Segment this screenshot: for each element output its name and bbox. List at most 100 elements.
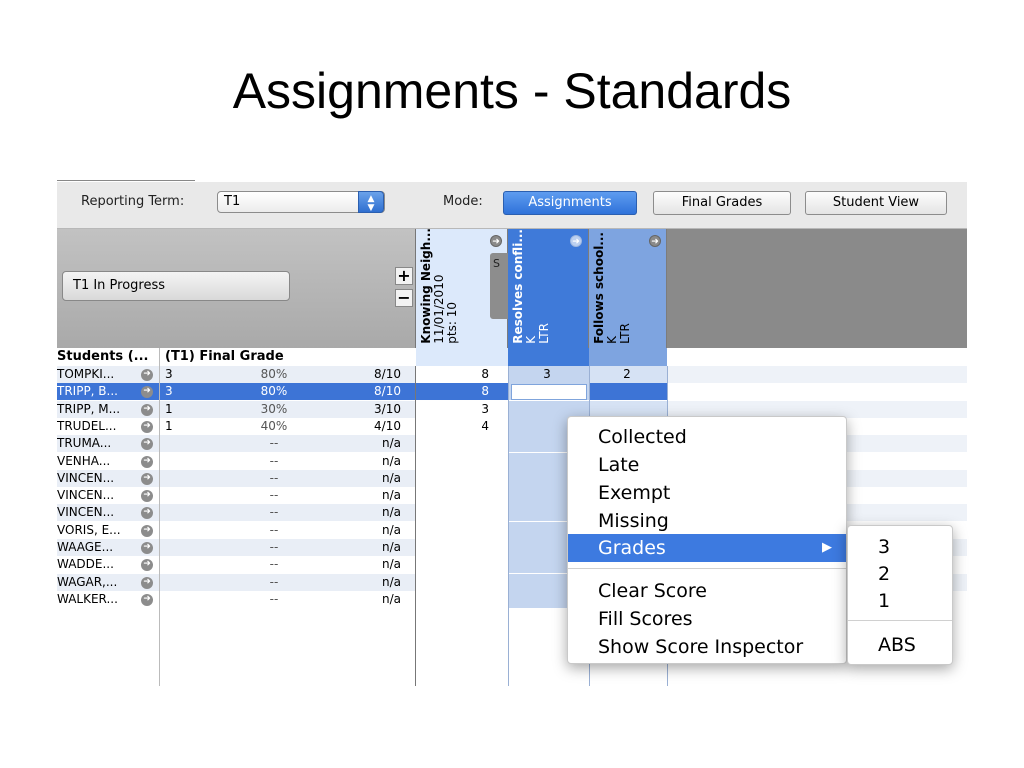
circle-arrow-icon[interactable]: ➜ — [141, 593, 153, 606]
table-row[interactable]: TRIPP, B... 3 80% 8/10 8 ➜ — [57, 383, 967, 401]
up-down-arrows-icon: ▲ ▼ — [358, 191, 384, 213]
collapse-button[interactable]: − — [395, 289, 413, 307]
final-grade-points: n/a — [381, 522, 401, 537]
circle-arrow-icon[interactable]: ➜ — [649, 235, 661, 247]
mode-label: Mode: — [443, 194, 483, 209]
circle-arrow-icon[interactable]: ➜ — [141, 403, 153, 416]
standard-score[interactable] — [415, 435, 489, 452]
final-grade-points: 8/10 — [374, 367, 401, 381]
expand-button[interactable]: + — [395, 267, 413, 285]
final-grade-percent: -- — [269, 522, 279, 537]
row-background — [667, 383, 967, 401]
reporting-term-label: Reporting Term: — [81, 194, 185, 209]
circle-arrow-icon[interactable]: ➜ — [141, 472, 153, 485]
standard-column-header[interactable]: Follows school... K LTR ➜ — [589, 229, 667, 348]
final-grade-value: 3 — [165, 367, 173, 381]
circle-arrow-icon[interactable]: ➜ — [141, 369, 153, 381]
left-header-panel: T1 In Progress + − — [57, 229, 416, 348]
final-grade-points: n/a — [381, 540, 401, 554]
standard-column-header[interactable]: Knowing Neigh... 11/01/2010 pts: 10 ➜ S — [416, 228, 510, 348]
menu-item-grades[interactable]: Grades ▶ — [568, 534, 846, 562]
submenu-separator — [848, 620, 952, 621]
final-grade-percent: -- — [269, 574, 279, 589]
standard-3-header-cell — [589, 348, 667, 366]
final-grade-percent: 80% — [260, 384, 288, 399]
term-progress-button[interactable]: T1 In Progress — [62, 271, 290, 301]
grade-option-3[interactable]: 3 — [848, 534, 952, 561]
standard-detail-tab: S — [490, 253, 510, 319]
final-grade-value — [165, 435, 225, 452]
final-grade-points: 4/10 — [374, 418, 401, 433]
column-divider — [159, 366, 160, 686]
final-grade-points: n/a — [381, 436, 401, 451]
final-grade-points: n/a — [381, 453, 401, 468]
standard-header-text: Knowing Neigh... 11/01/2010 pts: 10 — [419, 228, 459, 344]
standard-score[interactable] — [415, 539, 489, 556]
final-grade-value — [165, 539, 225, 556]
menu-item-exempt[interactable]: Exempt — [568, 479, 846, 507]
slide-title: Assignments - Standards — [232, 63, 792, 119]
reporting-term-select[interactable]: T1 ▲ ▼ — [217, 191, 385, 213]
final-grade-value — [165, 591, 225, 608]
mode-final-grades-button[interactable]: Final Grades — [653, 191, 791, 215]
standard-score[interactable] — [415, 591, 489, 608]
final-grade-percent: -- — [269, 557, 279, 572]
menu-item-fill-scores[interactable]: Fill Scores — [568, 605, 846, 633]
standard-score[interactable] — [415, 556, 489, 573]
standard-score[interactable] — [415, 522, 489, 539]
submenu-arrow-icon: ▶ — [822, 540, 832, 555]
standard-score[interactable] — [415, 453, 489, 470]
menu-separator — [568, 568, 846, 569]
standard-score[interactable] — [415, 487, 489, 504]
standard-score[interactable]: 8 — [415, 366, 489, 383]
final-grade-column-header[interactable]: (T1) Final Grade — [160, 348, 421, 366]
standard-score[interactable] — [415, 574, 489, 591]
mode-assignments-button[interactable]: Assignments — [503, 191, 637, 215]
standard-score[interactable]: 4 — [415, 418, 489, 435]
standard-score[interactable] — [415, 470, 489, 487]
standard-column-header[interactable]: Resolves confli... K LTR ➜ — [508, 229, 589, 348]
menu-item-collected[interactable]: Collected — [568, 423, 846, 451]
circle-arrow-icon[interactable]: ➜ — [141, 524, 153, 537]
menu-item-late[interactable]: Late — [568, 451, 846, 479]
final-grade-percent: 30% — [260, 401, 288, 416]
column-divider — [508, 366, 509, 686]
standard-score[interactable]: 2 — [589, 366, 665, 383]
standard-score[interactable]: 3 — [415, 401, 489, 418]
circle-arrow-icon[interactable]: ➜ — [490, 235, 502, 247]
standard-score[interactable]: 3 — [509, 366, 585, 383]
circle-arrow-icon[interactable]: ➜ — [141, 490, 153, 503]
final-grade-points: n/a — [381, 488, 401, 503]
row-background — [667, 366, 967, 383]
final-grade-value — [165, 453, 225, 470]
menu-item-clear-score[interactable]: Clear Score — [568, 577, 846, 605]
circle-arrow-icon[interactable]: ➜ — [141, 420, 153, 433]
score-edit-field[interactable] — [511, 384, 587, 401]
mode-student-view-button[interactable]: Student View — [805, 191, 947, 215]
standard-score[interactable] — [589, 383, 665, 400]
circle-arrow-icon[interactable]: ➜ — [141, 542, 153, 554]
final-grade-value — [165, 556, 225, 573]
circle-arrow-icon[interactable]: ➜ — [570, 235, 582, 247]
grade-option-2[interactable]: 2 — [848, 561, 952, 588]
final-grade-points: n/a — [381, 505, 401, 520]
menu-item-missing[interactable]: Missing — [568, 507, 846, 535]
final-grade-points: 3/10 — [374, 401, 401, 416]
final-grade-points: n/a — [381, 557, 401, 572]
table-row[interactable]: TOMPKI... 3 80% 8/10 8 3 2 ➜ — [57, 366, 967, 383]
grade-option-1[interactable]: 1 — [848, 588, 952, 615]
standard-header-text: Follows school... K LTR — [592, 232, 632, 344]
final-grade-value — [165, 522, 225, 539]
circle-arrow-icon[interactable]: ➜ — [141, 576, 153, 589]
standard-header-text: Resolves confli... K LTR — [511, 229, 551, 344]
toolbar: Reporting Term: T1 ▲ ▼ Mode: Assignments … — [57, 182, 967, 229]
final-grade-points: n/a — [381, 591, 401, 606]
menu-item-show-score-inspector[interactable]: Show Score Inspector — [568, 633, 846, 661]
standard-score[interactable]: 8 — [415, 383, 489, 400]
circle-arrow-icon[interactable]: ➜ — [141, 455, 153, 468]
final-grade-percent: -- — [269, 591, 279, 606]
standard-score[interactable] — [415, 504, 489, 521]
final-grade-percent: -- — [269, 505, 279, 520]
grade-option-abs[interactable]: ABS — [848, 632, 952, 659]
students-column-header[interactable]: Students (... — [57, 348, 160, 366]
